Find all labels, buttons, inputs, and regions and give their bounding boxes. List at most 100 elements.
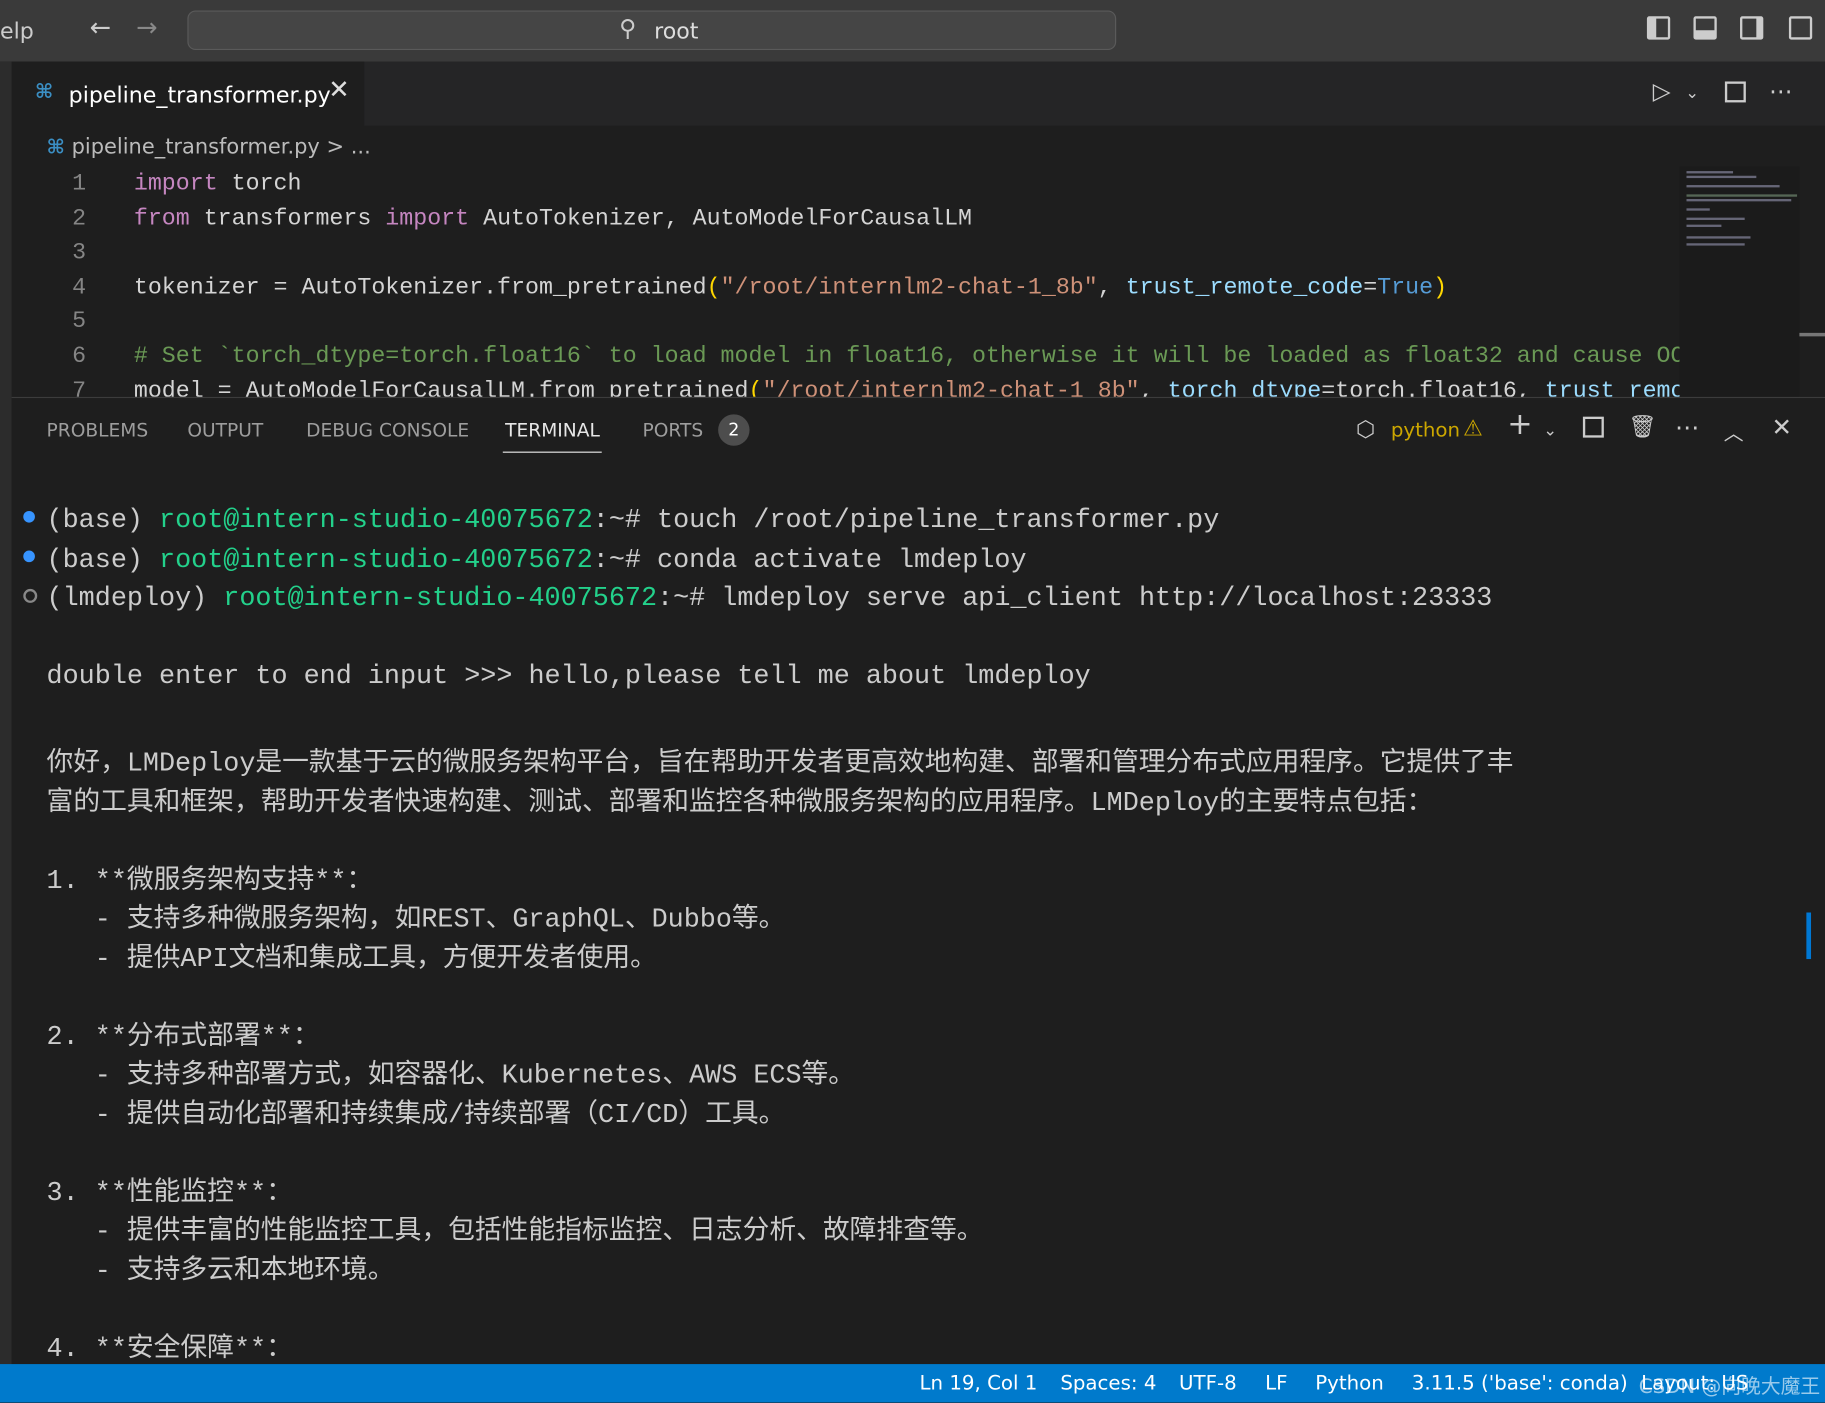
line-number: 3	[72, 239, 87, 267]
indentation[interactable]: Spaces: 4	[1060, 1372, 1156, 1395]
line-content: from transformers import AutoTokenizer, …	[134, 206, 972, 233]
code-line[interactable]: 6 # Set `torch_dtype=torch.float16` to lo…	[0, 343, 1680, 378]
terminal-text: 富的工具和框架，帮助开发者快速构建、测试、部署和监控各种微服务架构的应用程序。L…	[46, 787, 1434, 818]
minimap[interactable]	[1679, 166, 1800, 397]
terminal-text: - 支持多种微服务架构，如REST、GraphQL、Dubbo等。	[46, 904, 786, 935]
code-token: trust_remote_code	[1125, 274, 1364, 302]
split-editor-icon[interactable]	[1724, 81, 1746, 103]
code-token: True	[1377, 274, 1434, 302]
line-number: 7	[72, 377, 87, 397]
close-panel-icon[interactable]: ✕	[1771, 413, 1791, 441]
customize-layout-icon[interactable]	[1788, 16, 1813, 40]
terminal-line: - 提供丰富的性能监控工具，包括性能指标监控、日志分析、故障排查等。	[46, 1207, 984, 1247]
terminal-scrollbar[interactable]	[1806, 912, 1812, 960]
terminal-line: - 支持多云和本地环境。	[47, 1246, 395, 1285]
code-line[interactable]: 2 from transformers import AutoTokenizer,…	[0, 206, 1680, 241]
code-line[interactable]: 4 tokenizer = AutoTokenizer.from_pretrain…	[0, 274, 1680, 309]
new-terminal-icon[interactable]: +	[1507, 407, 1532, 442]
terminal-shell-icon: ⬡	[1355, 416, 1376, 443]
search-icon: ⚲	[619, 13, 637, 42]
more-actions-icon[interactable]: ⋯	[1769, 77, 1792, 105]
split-terminal-icon[interactable]	[1582, 416, 1604, 438]
trash-icon[interactable]: 🗑	[1628, 413, 1656, 440]
terminal-line: 你好，LMDeploy是一款基于云的微服务架构平台，旨在帮助开发者更高效地构建、…	[47, 739, 1514, 778]
command-center-search[interactable]: ⚲ root	[187, 10, 1117, 51]
terminal-line: (lmdeploy) root@intern-studio-40075672:~…	[47, 583, 1493, 623]
line-number: 4	[72, 274, 87, 302]
terminal-line: 富的工具和框架，帮助开发者快速构建、测试、部署和监控各种微服务架构的应用程序。L…	[46, 778, 1434, 818]
terminal-text: 1. **微服务架构支持**：	[46, 865, 374, 896]
tab-pipeline-transformer[interactable]: ⌘ pipeline_transformer.py ✕	[11, 61, 365, 126]
terminal-text: :~# lmdeploy serve api_client http://loc…	[657, 583, 1493, 614]
code-token: import	[385, 205, 470, 233]
terminal-text: 3. **性能监控**：	[46, 1177, 293, 1208]
breadcrumb-file[interactable]: pipeline_transformer.py	[72, 135, 320, 159]
language-mode[interactable]: Python	[1315, 1372, 1384, 1395]
more-actions-icon[interactable]: ⋯	[1675, 413, 1699, 441]
python-interpreter[interactable]: 3.11.5 ('base': conda)	[1412, 1372, 1628, 1395]
breadcrumb-more[interactable]: ...	[351, 135, 371, 159]
code-token: AutoTokenizer, AutoModelForCausalLM	[469, 205, 973, 233]
code-token: tokenizer = AutoTokenizer.from_pretraine…	[133, 274, 707, 302]
line-number: 2	[72, 205, 87, 233]
forward-arrow-icon[interactable]: →	[136, 14, 157, 43]
tab-problems[interactable]: PROBLEMS	[47, 419, 149, 441]
command-decoration-blue[interactable]	[23, 510, 35, 523]
terminal-line: (base) root@intern-studio-40075672:~# to…	[47, 505, 1220, 545]
toggle-panel-icon[interactable]	[1693, 16, 1717, 40]
code-token: import	[133, 171, 218, 198]
command-decoration-hollow[interactable]	[23, 588, 38, 603]
toggle-primary-sidebar-icon[interactable]	[1646, 16, 1671, 40]
line-content: model = AutoModelForCausalLM.from_pretra…	[134, 378, 1680, 397]
code-token: # Set `torch_dtype=torch.float16` to loa…	[133, 343, 1680, 371]
breadcrumb: ⌘ pipeline_transformer.py > ...	[47, 135, 371, 159]
line-number: 5	[72, 308, 87, 336]
terminal-text: 2. **分布式部署**：	[46, 1021, 320, 1052]
code-editor[interactable]: 1 import torch 2 from transformers import A…	[0, 166, 1680, 397]
maximize-panel-icon[interactable]: ︿	[1724, 417, 1744, 445]
code-token: transformers	[189, 205, 386, 233]
chevron-down-icon[interactable]: ⌄	[1543, 421, 1557, 440]
line-content: tokenizer = AutoTokenizer.from_pretraine…	[134, 274, 1447, 301]
tab-debug-console[interactable]: DEBUG CONSOLE	[306, 419, 469, 441]
status-bar: Ln 19, Col 1 Spaces: 4 UTF-8 LF Python 3…	[0, 1364, 1825, 1403]
back-arrow-icon[interactable]: ←	[90, 14, 111, 43]
line-content: # Set `torch_dtype=torch.float16` to loa…	[134, 343, 1680, 370]
toggle-secondary-sidebar-icon[interactable]	[1740, 16, 1764, 40]
code-line[interactable]: 1 import torch	[0, 171, 1680, 206]
tab-output[interactable]: OUTPUT	[187, 419, 263, 441]
breadcrumb-separator: >	[326, 135, 345, 160]
search-text: root	[654, 18, 699, 45]
close-icon[interactable]: ✕	[328, 76, 349, 105]
terminal-text: :~# conda activate lmdeploy	[592, 544, 1027, 575]
code-token: (	[748, 377, 763, 397]
warning-icon[interactable]: ⚠	[1463, 416, 1483, 442]
chevron-down-icon[interactable]: ⌄	[1685, 84, 1699, 103]
terminal-name[interactable]: python	[1391, 419, 1460, 442]
terminal-text: - 提供丰富的性能监控工具，包括性能指标监控、日志分析、故障排查等。	[46, 1216, 984, 1247]
editor-scrollbar[interactable]	[1799, 332, 1825, 337]
vscode-window: elp ← → ⚲ root ⌘ pipeline_transformer.py…	[0, 0, 1825, 1403]
end-of-line[interactable]: LF	[1265, 1372, 1287, 1395]
code-line[interactable]: 7 model = AutoModelForCausalLM.from_pretr…	[0, 377, 1680, 397]
terminal-line: - 提供自动化部署和持续集成/持续部署（CI/CD）工具。	[47, 1090, 786, 1129]
command-decoration-blue[interactable]	[23, 549, 35, 562]
encoding[interactable]: UTF-8	[1179, 1372, 1237, 1395]
menu-help[interactable]: elp	[0, 19, 34, 45]
code-token: "/root/internlm2-chat-1_8b"	[762, 377, 1140, 397]
terminal-text: (lmdeploy)	[46, 583, 224, 614]
code-line[interactable]: 3	[0, 240, 1680, 275]
prompt-user-host: root@intern-studio-40075672	[223, 583, 658, 614]
watermark: CSDN @向晚大魔王	[1638, 1375, 1821, 1400]
code-token: torch	[217, 171, 302, 198]
terminal-text: :~# touch /root/pipeline_transformer.py	[592, 505, 1220, 536]
tab-ports[interactable]: PORTS	[642, 419, 703, 441]
tab-terminal[interactable]: TERMINAL	[505, 419, 600, 441]
prompt-user-host: root@intern-studio-40075672	[159, 505, 593, 536]
terminal-line: - 支持多种微服务架构，如REST、GraphQL、Dubbo等。	[46, 895, 786, 935]
tab-label: pipeline_transformer.py	[68, 82, 331, 109]
code-line[interactable]: 5	[0, 309, 1680, 344]
terminal-text: (base)	[46, 544, 160, 575]
cursor-position[interactable]: Ln 19, Col 1	[919, 1372, 1037, 1395]
run-icon[interactable]: ▷	[1653, 77, 1671, 105]
